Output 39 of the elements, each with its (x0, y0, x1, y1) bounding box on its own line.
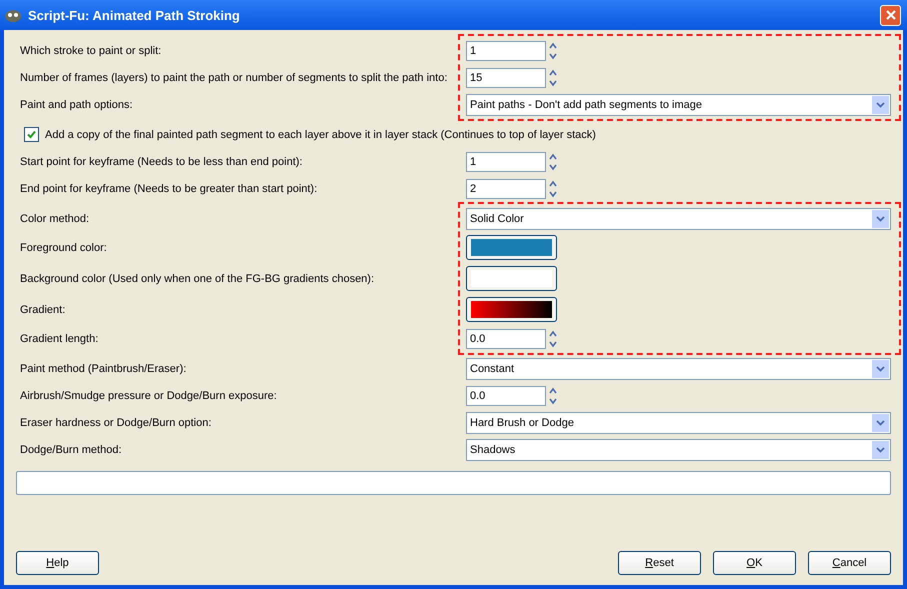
checkbox[interactable] (24, 127, 39, 142)
dropdown[interactable]: Shadows (466, 438, 891, 460)
field-label: Eraser hardness or Dodge/Burn option: (19, 416, 212, 428)
field-label: Start point for keyframe (Needs to be less than end point): (19, 156, 304, 168)
dropdown[interactable]: Solid Color (466, 208, 891, 230)
spin-field[interactable]: 2 (466, 178, 546, 198)
color-button[interactable] (466, 235, 557, 260)
field-label: Background color (Used only when one of the FG-BG gradients chosen): (19, 272, 376, 284)
field-label: Number of frames (layers) to paint the path or number of segments to split the path into: (19, 72, 448, 84)
checkbox-label: Add a copy of the final painted path segment to each layer above it in layer stack (Continues to top of layer stack) (45, 128, 596, 140)
color-button[interactable] (466, 266, 557, 291)
dialog-button[interactable]: OK (713, 551, 796, 575)
field-label: Gradient length: (19, 332, 100, 344)
spin-field[interactable]: 1 (466, 40, 546, 60)
field-label: Paint method (Paintbrush/Eraser): (19, 362, 188, 374)
dialog-button[interactable]: Reset (618, 551, 701, 575)
window-title: Script-Fu: Animated Path Stroking (28, 8, 241, 22)
spin-field[interactable]: 1 (466, 152, 546, 172)
close-icon (884, 9, 896, 21)
field-label: Which stroke to paint or split: (19, 44, 162, 56)
spin-field[interactable]: 15 (466, 68, 546, 88)
field-label: Color method: (19, 212, 90, 224)
dropdown[interactable]: Paint paths - Don't add path segments to image (466, 94, 891, 116)
app-icon (4, 7, 22, 23)
field-label: End point for keyframe (Needs to be greater than start point): (19, 182, 318, 194)
spin-field[interactable]: 0.0 (466, 328, 546, 348)
spin-field[interactable]: 0.0 (466, 386, 546, 406)
field-label: Airbrush/Smudge pressure or Dodge/Burn exposure: (19, 390, 278, 402)
field-label: Foreground color: (19, 242, 108, 254)
field-label: Paint and path options: (19, 98, 134, 110)
gradient-button[interactable] (466, 297, 557, 322)
checkmark-icon (26, 129, 37, 140)
dialog-button[interactable]: Cancel (808, 551, 891, 575)
dropdown[interactable]: Hard Brush or Dodge (466, 412, 891, 434)
field-label: Gradient: (19, 304, 66, 316)
help-button[interactable]: Help (16, 551, 99, 575)
field-label: Dodge/Burn method: (19, 444, 123, 456)
close-button[interactable] (880, 4, 901, 26)
dropdown[interactable]: Constant (466, 358, 891, 380)
